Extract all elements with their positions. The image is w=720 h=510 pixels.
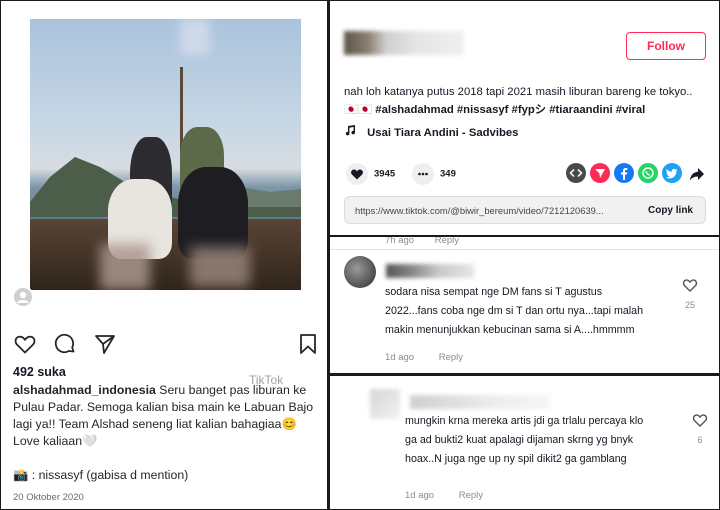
hashtag-list[interactable]: #alshadahmad #nissasyf #fypシ #tiaraandin… xyxy=(375,104,645,116)
music-title: Usai Tiara Andini - Sadvibes xyxy=(367,127,519,139)
tagged-user-line: 📸 : nissasyf (gabisa d mention) xyxy=(13,468,318,483)
comment-icon[interactable] xyxy=(53,332,77,356)
previous-comment-reply[interactable]: Reply xyxy=(435,237,459,246)
comment-meta: 1d ago Reply xyxy=(405,490,505,501)
comment-text: sodara nisa sempat nge DM fans si T agus… xyxy=(385,286,644,336)
tagged-text: : nissasyf (gabisa d mention) xyxy=(31,468,189,482)
caption-username[interactable]: alshadahmad_indonesia xyxy=(13,383,156,397)
follow-button[interactable]: Follow xyxy=(626,32,706,60)
twitter-icon[interactable] xyxy=(662,163,682,183)
comment-text: mungkin krna mereka artis jdi ga trlalu … xyxy=(405,415,644,465)
facebook-icon[interactable] xyxy=(614,163,634,183)
instagram-post-panel: 492 suka alshadahmad_indonesia Seru bang… xyxy=(1,1,327,509)
comment-like-count: 25 xyxy=(684,300,695,310)
bookmark-icon[interactable] xyxy=(296,332,320,356)
share-arrow-icon[interactable] xyxy=(686,163,706,183)
tiktok-post-panel: Follow nah loh katanya putus 2018 tapi 2… xyxy=(330,1,719,235)
whatsapp-icon[interactable] xyxy=(638,163,658,183)
commenter-name-blurred[interactable] xyxy=(410,395,550,409)
copy-link-button[interactable]: Copy link xyxy=(648,197,693,224)
commenter-name-blurred[interactable] xyxy=(386,264,474,278)
photo-blur-right xyxy=(190,247,250,287)
person-figure xyxy=(178,167,248,259)
comment-item: mungkin krna mereka artis jdi ga trlalu … xyxy=(330,376,719,509)
post-action-bar xyxy=(13,332,318,356)
post-caption: alshadahmad_indonesia Seru banget pas li… xyxy=(13,382,318,450)
comment-stat[interactable]: 349 xyxy=(412,163,456,185)
photo-blur-left xyxy=(100,244,150,290)
embed-icon[interactable] xyxy=(566,163,586,183)
comment-like-count: 6 xyxy=(697,435,703,445)
post-photo[interactable] xyxy=(30,19,301,290)
comment-age: 1d ago xyxy=(385,352,415,363)
likes-count[interactable]: 492 suka xyxy=(13,365,66,379)
avatar[interactable] xyxy=(344,256,376,288)
music-link[interactable]: Usai Tiara Andini - Sadvibes xyxy=(344,124,518,139)
comment-like[interactable]: 6 xyxy=(690,412,710,445)
tiktok-watermark: TikTok xyxy=(249,373,284,387)
camera-icon: 📸 xyxy=(13,468,29,482)
video-description: nah loh katanya putus 2018 tapi 2021 mas… xyxy=(344,83,709,119)
send-icon[interactable] xyxy=(590,163,610,183)
share-url[interactable]: https://www.tiktok.com/@biwir_bereum/vid… xyxy=(355,197,625,224)
user-tag-icon[interactable] xyxy=(12,286,34,308)
previous-comment-age: 7h ago xyxy=(385,237,415,246)
heart-icon[interactable] xyxy=(13,332,37,356)
reply-button[interactable]: Reply xyxy=(439,352,463,363)
comment-count: 349 xyxy=(440,168,456,180)
heart-icon[interactable] xyxy=(346,163,368,185)
comment-item: 7h ago Reply sodara nisa sempat nge DM f… xyxy=(330,237,719,373)
avatar[interactable] xyxy=(370,389,400,419)
reply-button[interactable]: Reply xyxy=(459,490,483,501)
comment-like[interactable]: 25 xyxy=(680,277,700,310)
heart-outline-icon[interactable] xyxy=(682,277,698,293)
post-date: 20 Oktober 2020 xyxy=(13,492,84,503)
author-name-blurred[interactable] xyxy=(344,31,464,55)
divider xyxy=(330,249,719,250)
send-icon[interactable] xyxy=(93,332,117,356)
photo-blur-top xyxy=(180,19,210,55)
comment-age: 1d ago xyxy=(405,490,435,501)
comment-dots-icon[interactable] xyxy=(412,163,434,185)
heart-outline-icon[interactable] xyxy=(692,412,708,428)
like-count: 3945 xyxy=(374,168,396,180)
previous-comment-meta: 7h ago Reply xyxy=(385,237,477,246)
comment-meta: 1d ago Reply xyxy=(385,352,485,363)
share-link-box: https://www.tiktok.com/@biwir_bereum/vid… xyxy=(344,196,706,224)
music-note-icon xyxy=(344,124,358,139)
like-stat[interactable]: 3945 xyxy=(346,163,395,185)
